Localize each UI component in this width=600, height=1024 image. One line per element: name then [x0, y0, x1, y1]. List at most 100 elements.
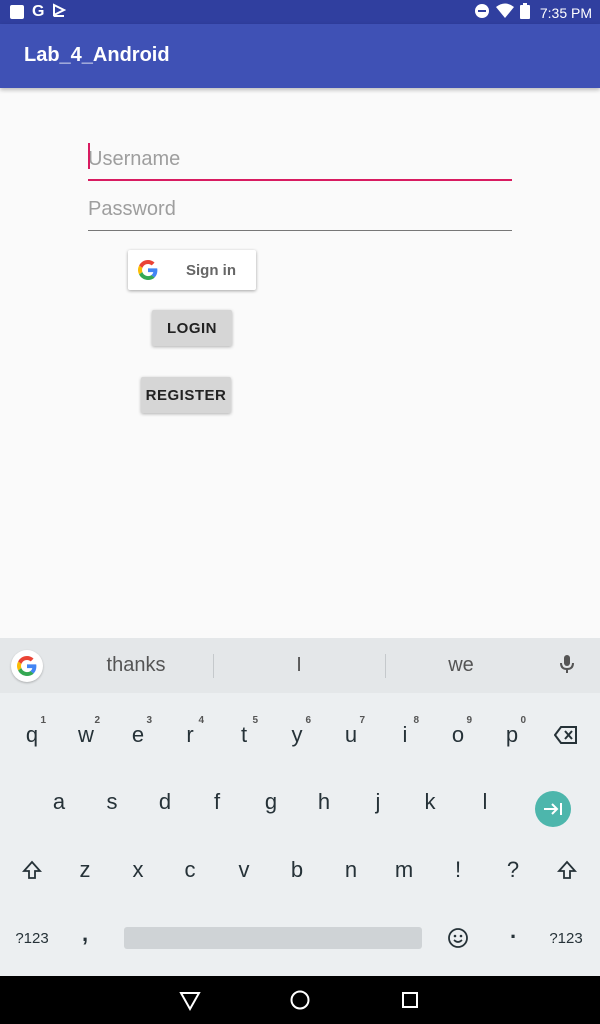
emoji-key[interactable]: [432, 910, 484, 966]
app-title: Lab_4_Android: [24, 44, 170, 66]
key-x[interactable]: x: [112, 842, 164, 898]
google-logo-icon: [138, 260, 158, 280]
username-field-container: [88, 137, 512, 181]
key-w[interactable]: w2: [60, 707, 112, 763]
key-label: e: [131, 722, 145, 747]
key-c[interactable]: c: [164, 842, 216, 898]
symbols-key-right[interactable]: ?123: [540, 910, 592, 966]
status-time: 7:35 PM: [539, 4, 592, 21]
status-bar-right: 7:35 PM: [474, 3, 592, 22]
key-b[interactable]: b: [271, 842, 323, 898]
key-a[interactable]: a: [33, 774, 85, 830]
key-l[interactable]: l: [459, 774, 511, 830]
text-cursor: [88, 143, 90, 169]
square-notification-icon: [10, 4, 24, 19]
key-hint: 2: [94, 715, 100, 726]
key-r[interactable]: r4: [164, 707, 216, 763]
key-exclamation[interactable]: !: [432, 842, 484, 898]
key-j[interactable]: j: [352, 774, 404, 830]
suggestion-divider: [385, 654, 386, 678]
backspace-icon: [554, 726, 577, 744]
key-comma[interactable]: ,: [59, 906, 111, 962]
suggestion-1[interactable]: thanks: [86, 654, 186, 677]
suggestion-strip: thanks I we: [0, 638, 600, 693]
username-underline: [88, 179, 512, 181]
key-hint: 0: [520, 715, 526, 726]
recents-icon[interactable]: [398, 988, 422, 1012]
key-v[interactable]: v: [218, 842, 270, 898]
key-hint: 3: [146, 715, 152, 726]
do-not-disturb-icon: [474, 3, 490, 22]
battery-icon: [519, 3, 530, 22]
key-z[interactable]: z: [59, 842, 111, 898]
enter-icon: [535, 791, 571, 827]
key-question[interactable]: ?: [487, 842, 539, 898]
key-o[interactable]: o9: [432, 707, 484, 763]
key-label: y: [291, 722, 303, 747]
key-p[interactable]: p0: [486, 707, 538, 763]
key-hint: 4: [198, 715, 204, 726]
suggestion-2[interactable]: I: [249, 654, 349, 677]
key-f[interactable]: f: [191, 774, 243, 830]
key-hint: 9: [466, 715, 472, 726]
emoji-icon: [448, 928, 468, 948]
key-label: p: [505, 722, 519, 747]
wifi-icon: [495, 3, 514, 22]
enter-key[interactable]: [527, 781, 579, 837]
google-keyboard-g-button[interactable]: [11, 650, 43, 682]
status-bar-left: G: [10, 2, 67, 20]
key-q[interactable]: q1: [6, 707, 58, 763]
key-label: u: [344, 722, 358, 747]
key-hint: 5: [252, 715, 258, 726]
spacebar[interactable]: [124, 927, 422, 949]
key-label: o: [451, 722, 465, 747]
back-icon[interactable]: [178, 988, 202, 1012]
download-icon: [52, 3, 67, 20]
key-period[interactable]: .: [487, 903, 539, 959]
backspace-key[interactable]: [540, 707, 592, 763]
google-logo-icon: [17, 656, 37, 676]
key-n[interactable]: n: [325, 842, 377, 898]
mic-icon[interactable]: [558, 654, 576, 679]
key-label: w: [78, 722, 94, 747]
key-hint: 8: [413, 715, 419, 726]
key-h[interactable]: h: [298, 774, 350, 830]
suggestion-3[interactable]: we: [411, 654, 511, 677]
password-input[interactable]: [88, 187, 512, 231]
shift-key-left[interactable]: [6, 842, 58, 898]
key-y[interactable]: y6: [271, 707, 323, 763]
key-label: r: [186, 722, 194, 747]
login-button[interactable]: LOGIN: [152, 310, 232, 346]
username-input[interactable]: [88, 137, 512, 181]
shift-icon: [557, 860, 577, 879]
shift-icon: [22, 860, 42, 879]
password-field-container: [88, 187, 512, 231]
navigation-bar: [0, 976, 600, 1024]
shift-key-right[interactable]: [541, 842, 593, 898]
status-bar: G 7:35 PM: [0, 0, 600, 24]
google-sign-in-label: Sign in: [186, 262, 236, 279]
google-g-icon: G: [32, 2, 45, 20]
key-g[interactable]: g: [245, 774, 297, 830]
key-d[interactable]: d: [139, 774, 191, 830]
soft-keyboard: thanks I we q1 w2 e3 r4 t5 y6 u7 i8 o9 p…: [0, 638, 600, 976]
key-k[interactable]: k: [404, 774, 456, 830]
key-e[interactable]: e3: [112, 707, 164, 763]
key-s[interactable]: s: [86, 774, 138, 830]
home-icon[interactable]: [288, 988, 312, 1012]
register-button[interactable]: REGISTER: [141, 377, 231, 413]
password-underline: [88, 230, 512, 231]
key-hint: 1: [40, 715, 46, 726]
key-label: t: [240, 722, 248, 747]
key-label: q: [25, 722, 39, 747]
key-i[interactable]: i8: [379, 707, 431, 763]
app-bar: Lab_4_Android: [0, 24, 600, 88]
symbols-key-left[interactable]: ?123: [6, 910, 58, 966]
suggestion-divider: [213, 654, 214, 678]
key-hint: 7: [359, 715, 365, 726]
key-m[interactable]: m: [378, 842, 430, 898]
google-sign-in-button[interactable]: Sign in: [128, 250, 256, 290]
key-u[interactable]: u7: [325, 707, 377, 763]
key-hint: 6: [305, 715, 311, 726]
key-t[interactable]: t5: [218, 707, 270, 763]
